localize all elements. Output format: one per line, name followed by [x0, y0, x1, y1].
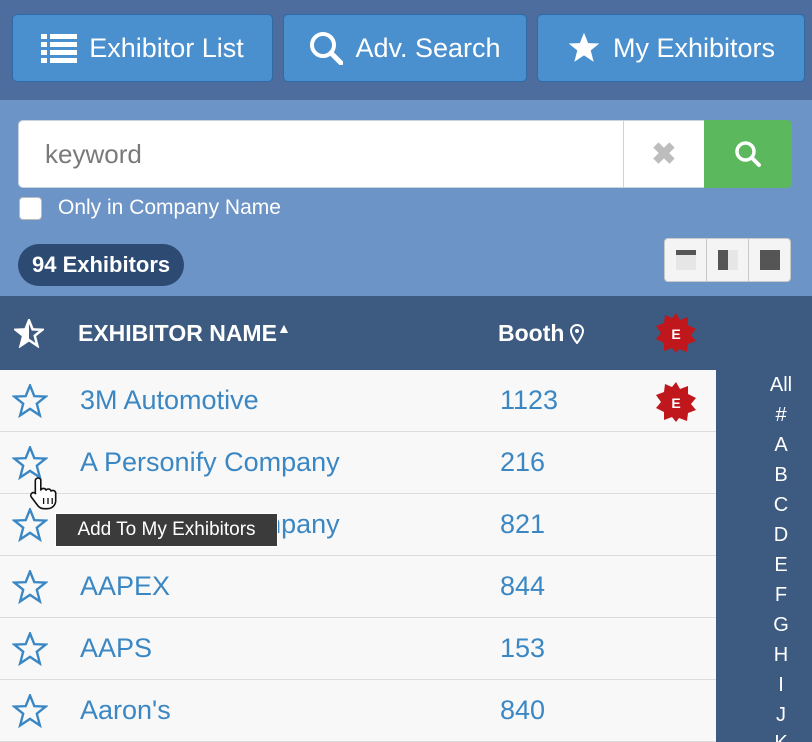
exhibitor-name-header-label: EXHIBITOR NAME	[78, 320, 277, 346]
only-company-name-checkbox[interactable]	[19, 197, 42, 220]
view-compact-icon	[675, 250, 696, 270]
star-outline-icon[interactable]	[12, 384, 48, 418]
exhibitor-count-label: 94 Exhibitors	[32, 252, 171, 277]
top-nav-bar: Exhibitor List Adv. Search My Exhibitors	[0, 0, 812, 100]
booth-header-label: Booth	[498, 320, 565, 346]
booth-number-link[interactable]: 216	[500, 447, 545, 478]
my-exhibitors-label: My Exhibitors	[612, 32, 776, 63]
exhibitor-list-label: Exhibitor List	[89, 32, 244, 63]
svg-text:E: E	[671, 395, 680, 411]
exhibitor-name-link[interactable]: A Personify Company	[80, 447, 340, 478]
booth-number-link[interactable]: 1123	[500, 385, 558, 416]
alpha-index-i[interactable]: I	[748, 674, 812, 697]
alpha-index-b[interactable]: B	[748, 464, 812, 487]
alpha-index-e[interactable]: E	[748, 554, 812, 577]
alpha-letter-label: K	[748, 732, 812, 742]
favorites-column-star-icon[interactable]	[14, 319, 44, 348]
map-marker-icon	[570, 323, 585, 344]
hand-pointer-icon	[29, 477, 57, 510]
star-outline-icon[interactable]	[12, 570, 48, 604]
booth-number-link[interactable]: 840	[500, 695, 545, 726]
table-row: A Personify Company 216	[0, 432, 716, 494]
exhibitor-name-link[interactable]: 3M Automotive	[80, 385, 259, 416]
search-icon	[310, 32, 344, 65]
alpha-letter-label: C	[773, 494, 789, 516]
alpha-index-f[interactable]: F	[748, 584, 812, 607]
alpha-letter-label: J	[776, 704, 786, 726]
exhibitor-list-button[interactable]: Exhibitor List	[12, 14, 273, 82]
table-header: EXHIBITOR NAME▲ Booth E	[0, 296, 812, 370]
caret-up-icon: ▲	[276, 320, 291, 336]
alpha-letter-label: D	[773, 524, 789, 546]
alpha-index-c[interactable]: C	[748, 494, 812, 517]
view-split-button[interactable]	[707, 239, 749, 281]
alpha-index-all[interactable]: All	[748, 374, 812, 397]
alpha-letter-label: F	[774, 584, 788, 606]
exhibitor-name-link[interactable]: AAPS	[80, 633, 152, 664]
star-outline-icon[interactable]	[12, 446, 48, 480]
view-full-button[interactable]	[749, 239, 790, 281]
alpha-letter-label: A	[774, 434, 788, 456]
star-outline-icon[interactable]	[12, 508, 48, 542]
exhibitor-name-column-header[interactable]: EXHIBITOR NAME▲	[78, 320, 291, 347]
adv-search-label: Adv. Search	[355, 32, 501, 63]
table-row: Aaron's 840	[0, 680, 716, 742]
star-icon	[568, 32, 600, 62]
alpha-letter-label: H	[773, 644, 789, 666]
my-exhibitors-button[interactable]: My Exhibitors	[537, 14, 805, 82]
view-full-icon	[759, 250, 780, 270]
featured-e-badge-icon: E	[656, 382, 696, 422]
only-company-name-label[interactable]: Only in Company Name	[58, 196, 281, 220]
alpha-index-a[interactable]: A	[748, 434, 812, 457]
table-row: AAPS 153	[0, 618, 716, 680]
search-submit-button[interactable]	[704, 120, 792, 188]
svg-text:E: E	[671, 326, 680, 342]
exhibitor-count-badge: 94 Exhibitors	[18, 244, 185, 286]
alpha-letter-label: B	[774, 464, 788, 486]
keyword-search-input[interactable]	[18, 120, 624, 188]
search-icon	[735, 141, 761, 167]
view-compact-button[interactable]	[665, 239, 707, 281]
list-icon	[41, 34, 78, 63]
view-mode-toggle	[664, 238, 791, 282]
alpha-index-d[interactable]: D	[748, 524, 812, 547]
star-outline-icon[interactable]	[12, 694, 48, 728]
adv-search-button[interactable]: Adv. Search	[283, 14, 527, 82]
alpha-index-j[interactable]: J	[748, 704, 812, 727]
exhibitor-name-link[interactable]: Aaron's	[80, 695, 171, 726]
table-row: 3M Automotive 1123 E	[0, 370, 716, 432]
alpha-letter-label: E	[774, 554, 788, 576]
featured-e-badge-icon: E	[656, 313, 696, 353]
table-row: AAPEX 844	[0, 556, 716, 618]
alpha-index-hash[interactable]: #	[748, 404, 812, 427]
alpha-letter-label: G	[773, 614, 789, 636]
booth-number-link[interactable]: 844	[500, 571, 545, 602]
view-split-icon	[717, 250, 738, 270]
booth-column-header[interactable]: Booth	[498, 320, 585, 347]
alpha-letter-label: #	[775, 404, 787, 426]
clear-search-button[interactable]: ✖	[623, 120, 705, 188]
alpha-letter-label: All	[769, 374, 793, 396]
times-icon: ✖	[651, 137, 677, 171]
star-outline-icon[interactable]	[12, 632, 48, 666]
alpha-index-h[interactable]: H	[748, 644, 812, 667]
alpha-letter-label: I	[778, 674, 784, 696]
alphabet-index: All # A B C D E F G H I J K	[716, 370, 812, 742]
exhibitor-name-link[interactable]: AAPEX	[80, 571, 170, 602]
booth-number-link[interactable]: 821	[500, 509, 545, 540]
alpha-index-g[interactable]: G	[748, 614, 812, 637]
tooltip-text: Add To My Exhibitors	[77, 519, 256, 540]
add-to-my-exhibitors-tooltip: Add To My Exhibitors	[55, 513, 278, 547]
alpha-index-k[interactable]: K	[748, 732, 812, 742]
booth-number-link[interactable]: 153	[500, 633, 545, 664]
